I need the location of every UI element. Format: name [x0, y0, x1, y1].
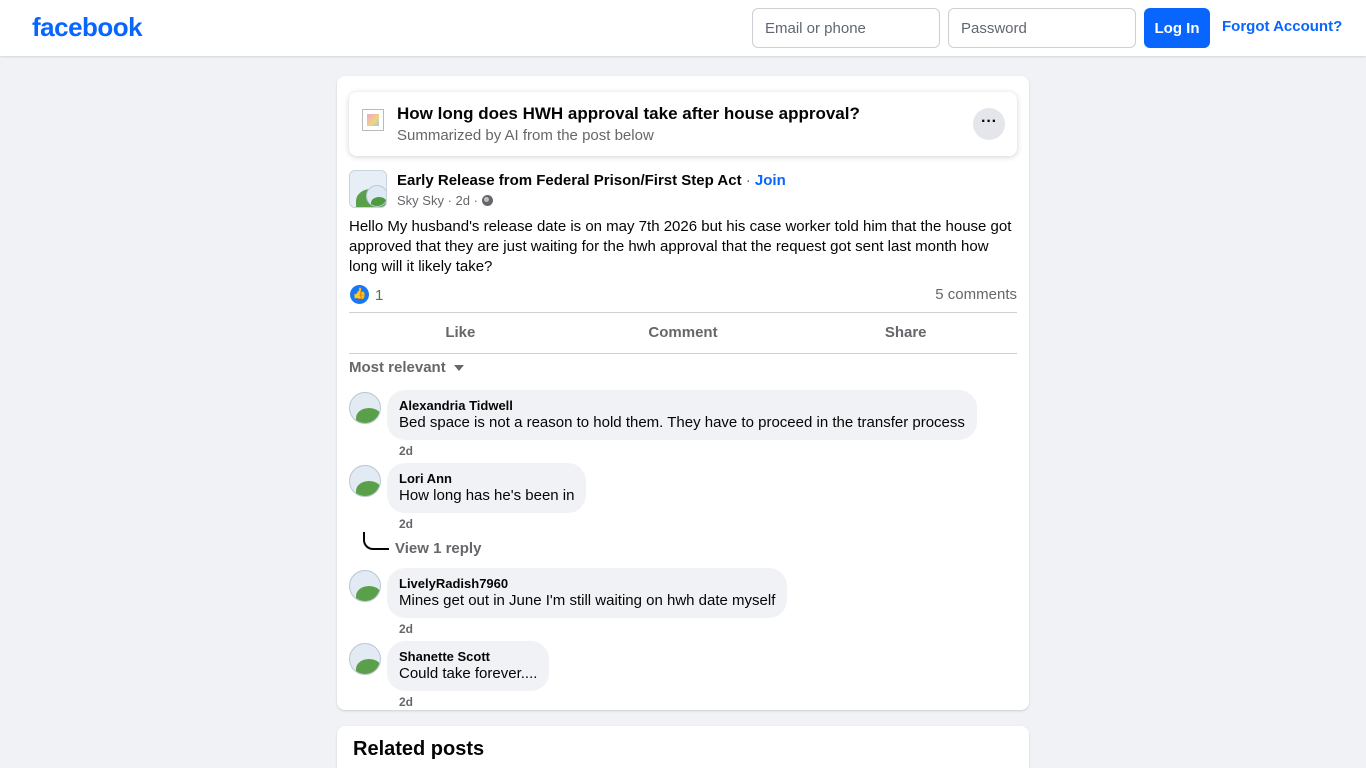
comment-bubble: Alexandria Tidwell Bed space is not a re… — [387, 390, 977, 440]
comment-avatar[interactable] — [349, 570, 381, 602]
more-options-button[interactable]: ··· — [973, 108, 1005, 140]
summary-title: How long does HWH approval take after ho… — [397, 104, 860, 123]
summary-subtitle: Summarized by AI from the post below — [397, 127, 654, 144]
comment-avatar[interactable] — [349, 465, 381, 497]
group-header: Early Release from Federal Prison/First … — [397, 172, 786, 189]
post-meta: Sky Sky · 2d · — [397, 193, 493, 208]
view-replies-link[interactable]: View 1 reply — [395, 540, 481, 557]
summary-image-icon — [362, 109, 384, 131]
meta-separator: · — [443, 193, 456, 208]
globe-icon — [481, 195, 493, 206]
caret-down-icon — [453, 365, 464, 371]
comments-count[interactable]: 5 comments — [935, 286, 1017, 303]
comment-author[interactable]: LivelyRadish7960 — [399, 576, 775, 592]
facebook-logo[interactable]: facebook — [32, 12, 143, 43]
sort-label: Most relevant — [349, 359, 446, 376]
related-posts-card: Related posts — [337, 726, 1029, 768]
reply-connector-line — [363, 532, 389, 550]
comment-text: How long has he's been in — [399, 487, 575, 504]
forgot-account-link[interactable]: Forgot Account? — [1222, 18, 1342, 35]
group-name-link[interactable]: Early Release from Federal Prison/First … — [397, 172, 742, 189]
post-time[interactable]: 2d — [456, 193, 470, 208]
top-bar: facebook Log In Forgot Account? — [0, 0, 1366, 56]
email-input[interactable] — [752, 8, 940, 48]
comment-author[interactable]: Lori Ann — [399, 471, 574, 487]
post-body: Hello My husband's release date is on ma… — [349, 218, 1012, 275]
like-count[interactable]: 1 — [375, 287, 383, 304]
comment-time[interactable]: 2d — [399, 444, 413, 458]
comment-bubble: Lori Ann How long has he's been in — [387, 463, 587, 513]
share-button[interactable]: Share — [794, 313, 1017, 353]
related-posts-title: Related posts — [353, 738, 485, 760]
comment-text: Could take forever.... — [399, 665, 538, 682]
comment-author[interactable]: Alexandria Tidwell — [399, 398, 965, 414]
separator: · — [741, 172, 755, 189]
like-button[interactable]: Like — [349, 313, 572, 353]
comment-avatar[interactable] — [349, 643, 381, 675]
join-link[interactable]: Join — [755, 172, 786, 189]
post-author[interactable]: Sky Sky — [397, 193, 444, 208]
comment-button[interactable]: Comment — [572, 313, 795, 353]
password-input[interactable] — [948, 8, 1136, 48]
comment-time[interactable]: 2d — [399, 622, 413, 636]
post-actions-bar: Like Comment Share — [349, 312, 1017, 354]
meta-separator-2: · — [470, 193, 482, 208]
ai-summary-box: How long does HWH approval take after ho… — [349, 92, 1017, 156]
login-button[interactable]: Log In — [1144, 8, 1210, 48]
group-avatar[interactable] — [349, 170, 387, 208]
comment-time[interactable]: 2d — [399, 517, 413, 531]
comment-avatar[interactable] — [349, 392, 381, 424]
comment-bubble: Shanette Scott Could take forever.... — [387, 641, 550, 691]
comment-text: Bed space is not a reason to hold them. … — [399, 414, 965, 431]
comment-text: Mines get out in June I'm still waiting … — [399, 592, 776, 609]
post-card: How long does HWH approval take after ho… — [337, 76, 1029, 710]
author-avatar — [366, 185, 386, 207]
comment-bubble: LivelyRadish7960 Mines get out in June I… — [387, 568, 788, 618]
like-icon[interactable]: 👍 — [350, 285, 369, 304]
comment-author[interactable]: Shanette Scott — [399, 649, 537, 665]
comment-time[interactable]: 2d — [399, 695, 413, 709]
comment-sort-dropdown[interactable]: Most relevant — [349, 359, 464, 376]
